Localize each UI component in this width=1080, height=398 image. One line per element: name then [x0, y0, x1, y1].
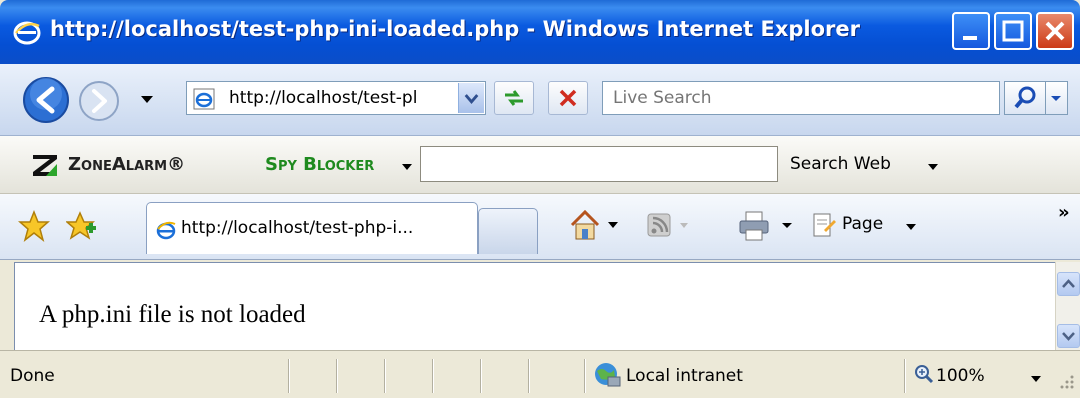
close-icon	[1045, 21, 1065, 41]
favorites-star-icon[interactable]	[18, 210, 50, 242]
status-divider	[480, 359, 482, 393]
printer-icon	[739, 211, 792, 241]
address-chevron-down-icon[interactable]	[458, 83, 484, 113]
live-search-input[interactable]	[603, 82, 999, 114]
zonealarm-product[interactable]: Spy Blocker	[265, 154, 374, 175]
recent-pages-chevron-down-icon[interactable]	[138, 92, 156, 106]
status-divider	[384, 359, 386, 393]
chevron-down-icon	[1062, 332, 1075, 341]
zonealarm-brand: ZoneAlarm®	[68, 154, 186, 175]
ie-logo-icon	[13, 21, 41, 45]
search-options-chevron-down-icon	[1051, 96, 1061, 101]
page-body-text: A php.ini file is not loaded	[39, 301, 306, 328]
security-zone-text[interactable]: Local intranet	[626, 366, 743, 386]
page-menu-button[interactable]: Page	[808, 208, 932, 244]
tab-ie-icon	[156, 221, 176, 240]
maximize-button[interactable]	[994, 12, 1032, 50]
back-arrow-icon[interactable]	[22, 76, 70, 124]
zonealarm-logo-icon	[33, 155, 57, 176]
live-search-box[interactable]	[602, 81, 1000, 115]
add-favorites-icon[interactable]	[66, 210, 98, 242]
print-button[interactable]	[736, 208, 798, 244]
address-bar[interactable]: http://localhost/test-pl	[186, 81, 486, 115]
search-web-button[interactable]: Search Web	[790, 154, 891, 174]
stop-icon	[559, 89, 577, 107]
status-divider	[336, 359, 338, 393]
minimize-icon	[963, 36, 977, 40]
close-button[interactable]	[1036, 12, 1074, 50]
status-divider	[432, 359, 434, 393]
page-content: A php.ini file is not loaded	[14, 262, 1055, 350]
rss-feed-icon	[647, 213, 688, 237]
stop-button[interactable]	[548, 81, 588, 115]
vertical-scrollbar[interactable]	[1055, 262, 1080, 350]
window-title: http://localhost/test-php-ini-loaded.php…	[50, 17, 861, 41]
zoom-magnifier-icon	[915, 365, 934, 384]
page-menu-chevron-down-icon	[906, 224, 916, 230]
page-menu-label: Page	[842, 214, 884, 234]
zoom-level[interactable]: 100%	[936, 366, 985, 386]
chevron-up-icon	[1062, 279, 1075, 288]
status-bar: Done Local intranet 100%	[0, 350, 1080, 398]
address-input[interactable]: http://localhost/test-pl	[229, 88, 449, 108]
scroll-down-button[interactable]	[1057, 324, 1080, 348]
tab-active[interactable]: http://localhost/test-php-i...	[146, 202, 478, 254]
tab-label: http://localhost/test-php-i...	[181, 218, 414, 238]
status-divider	[528, 359, 530, 393]
refresh-button[interactable]	[494, 81, 534, 115]
resize-grip-icon[interactable]	[1058, 373, 1076, 391]
zonealarm-menu-chevron-down-icon[interactable]	[400, 162, 414, 172]
new-tab-button[interactable]	[478, 208, 538, 254]
zonealarm-toolbar: ZoneAlarm® Spy Blocker Search Web	[0, 136, 1080, 194]
local-intranet-globe-icon	[595, 363, 621, 387]
tab-command-bar: http://localhost/test-php-i... Page »	[0, 194, 1080, 260]
magnifier-search-icon	[1014, 86, 1036, 109]
more-commands-chevron-icon[interactable]: »	[1058, 202, 1070, 223]
zonealarm-search-box[interactable]	[420, 146, 778, 182]
title-bar[interactable]: http://localhost/test-php-ini-loaded.php…	[0, 0, 1080, 64]
feeds-button[interactable]	[644, 208, 694, 244]
zoom-chevron-down-icon[interactable]	[1030, 375, 1042, 383]
status-divider	[288, 359, 290, 393]
navigation-bar: http://localhost/test-pl	[0, 64, 1080, 136]
home-button[interactable]	[568, 208, 624, 244]
forward-arrow-icon[interactable]	[78, 80, 120, 122]
page-ie-icon	[193, 88, 215, 110]
search-web-chevron-down-icon[interactable]	[926, 162, 940, 172]
scroll-up-button[interactable]	[1057, 272, 1080, 296]
page-document-icon	[813, 213, 836, 237]
zonealarm-search-input[interactable]	[421, 147, 777, 181]
maximize-icon	[1002, 20, 1024, 42]
search-button[interactable]	[1004, 81, 1046, 115]
minimize-button[interactable]	[952, 12, 990, 50]
refresh-icon	[505, 90, 523, 106]
status-text: Done	[10, 366, 55, 386]
status-divider	[904, 359, 906, 393]
status-divider	[584, 359, 586, 393]
home-icon	[570, 209, 618, 240]
search-options-button[interactable]	[1046, 81, 1068, 115]
